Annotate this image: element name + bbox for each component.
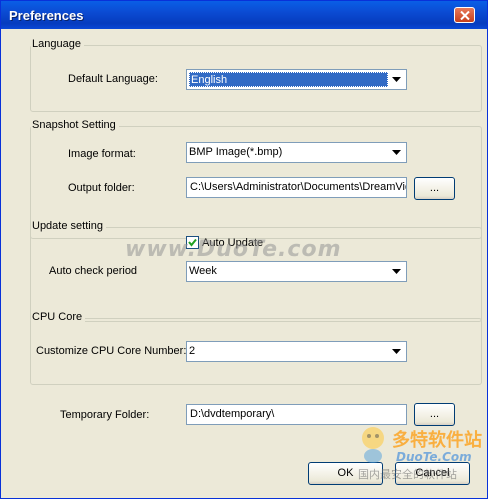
temporary-folder-label: Temporary Folder: bbox=[60, 409, 150, 421]
cpu-core-group-label: CPU Core bbox=[31, 311, 86, 323]
image-format-label: Image format: bbox=[68, 148, 136, 160]
default-language-label: Default Language: bbox=[68, 73, 158, 85]
cpu-core-dropdown-arrow[interactable] bbox=[388, 343, 405, 360]
mascot-icon bbox=[362, 427, 384, 463]
title-bar[interactable]: Preferences bbox=[1, 1, 487, 29]
close-icon bbox=[460, 11, 470, 20]
preferences-dialog: Preferences Language Default Language: E… bbox=[0, 0, 488, 499]
output-folder-input[interactable]: C:\Users\Administrator\Documents\DreamVi… bbox=[186, 177, 407, 198]
auto-check-period-label: Auto check period bbox=[49, 265, 138, 277]
window-title: Preferences bbox=[9, 8, 84, 23]
default-language-dropdown-arrow[interactable] bbox=[388, 71, 405, 88]
output-folder-value: C:\Users\Administrator\Documents\DreamVi… bbox=[190, 181, 407, 193]
default-language-value: English bbox=[189, 72, 388, 87]
watermark-cn-brand: 多特软件站 bbox=[392, 430, 482, 451]
watermark-slogan: 国内最安全的软件站 bbox=[358, 468, 457, 481]
update-group-label: Update setting bbox=[31, 220, 106, 232]
snapshot-group-label: Snapshot Setting bbox=[31, 119, 119, 131]
temporary-folder-value: D:\dvdtemporary\ bbox=[190, 408, 275, 420]
cpu-core-number-select[interactable]: 2 bbox=[186, 341, 407, 362]
output-folder-browse-button[interactable]: ... bbox=[414, 177, 455, 200]
image-format-value: BMP Image(*.bmp) bbox=[189, 146, 283, 158]
chevron-down-icon bbox=[392, 349, 401, 354]
chevron-down-icon bbox=[392, 150, 401, 155]
auto-check-period-dropdown-arrow[interactable] bbox=[388, 263, 405, 280]
temporary-folder-browse-button[interactable]: ... bbox=[414, 403, 455, 426]
chevron-down-icon bbox=[392, 269, 401, 274]
image-format-dropdown-arrow[interactable] bbox=[388, 144, 405, 161]
temporary-folder-input[interactable]: D:\dvdtemporary\ bbox=[186, 404, 407, 425]
image-format-select[interactable]: BMP Image(*.bmp) bbox=[186, 142, 407, 163]
customize-cpu-core-label: Customize CPU Core Number: bbox=[36, 345, 187, 357]
auto-check-period-select[interactable]: Week bbox=[186, 261, 407, 282]
auto-check-period-value: Week bbox=[189, 265, 217, 277]
default-language-select[interactable]: English bbox=[186, 69, 407, 90]
dialog-body: Language Default Language: English Snaps… bbox=[1, 29, 487, 498]
language-group-label: Language bbox=[31, 38, 84, 50]
watermark-text: www.DuoTe.com bbox=[125, 237, 342, 262]
watermark-url: DuoTe.Com bbox=[396, 450, 472, 464]
chevron-down-icon bbox=[392, 77, 401, 82]
watermark-logo: 多特软件站 DuoTe.Com 国内最安全的软件站 bbox=[356, 424, 486, 498]
close-button[interactable] bbox=[454, 7, 475, 23]
cpu-core-number-value: 2 bbox=[189, 345, 196, 357]
output-folder-label: Output folder: bbox=[68, 182, 135, 194]
